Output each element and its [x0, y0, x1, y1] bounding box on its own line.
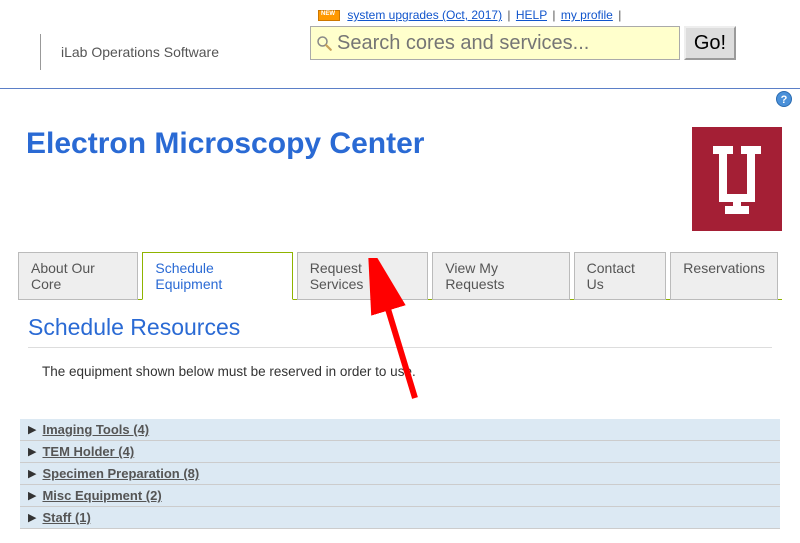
- tab-about-our-core[interactable]: About Our Core: [18, 252, 138, 300]
- divider: [28, 347, 772, 348]
- category-link[interactable]: Specimen Preparation (8): [42, 466, 199, 481]
- brand-text: iLab Operations Software: [61, 44, 219, 60]
- expand-icon: ▶: [28, 489, 36, 502]
- search-box[interactable]: [310, 26, 680, 60]
- category-row[interactable]: ▶ Misc Equipment (2): [20, 485, 780, 507]
- tab-contact-us[interactable]: Contact Us: [574, 252, 667, 300]
- divider: [40, 34, 41, 70]
- go-button[interactable]: Go!: [684, 26, 736, 60]
- iu-logo: [692, 127, 782, 231]
- tab-reservations[interactable]: Reservations: [670, 252, 778, 300]
- expand-icon: ▶: [28, 467, 36, 480]
- expand-icon: ▶: [28, 445, 36, 458]
- category-link[interactable]: TEM Holder (4): [42, 444, 134, 459]
- section-title: Schedule Resources: [28, 314, 772, 341]
- category-list: ▶ Imaging Tools (4) ▶ TEM Holder (4) ▶ S…: [20, 419, 780, 529]
- link-help[interactable]: HELP: [516, 8, 547, 22]
- new-badge-icon: [318, 10, 340, 21]
- expand-icon: ▶: [28, 511, 36, 524]
- category-link[interactable]: Staff (1): [42, 510, 90, 525]
- separator: |: [618, 8, 621, 22]
- tab-view-my-requests[interactable]: View My Requests: [432, 252, 569, 300]
- search-icon: [315, 34, 333, 52]
- link-system-upgrades[interactable]: system upgrades (Oct, 2017): [347, 8, 502, 22]
- category-row[interactable]: ▶ Imaging Tools (4): [20, 419, 780, 441]
- top-links: system upgrades (Oct, 2017) | HELP | my …: [310, 8, 800, 22]
- category-link[interactable]: Imaging Tools (4): [42, 422, 149, 437]
- expand-icon: ▶: [28, 423, 36, 436]
- category-row[interactable]: ▶ TEM Holder (4): [20, 441, 780, 463]
- category-row[interactable]: ▶ Staff (1): [20, 507, 780, 529]
- help-icon[interactable]: ?: [776, 91, 792, 107]
- separator: |: [507, 8, 510, 22]
- search-input[interactable]: [337, 32, 675, 55]
- separator: |: [552, 8, 555, 22]
- section-blurb: The equipment shown below must be reserv…: [42, 364, 772, 379]
- page-title: Electron Microscopy Center: [26, 127, 692, 161]
- category-row[interactable]: ▶ Specimen Preparation (8): [20, 463, 780, 485]
- tab-schedule-equipment[interactable]: Schedule Equipment: [142, 252, 292, 300]
- tab-request-services[interactable]: Request Services: [297, 252, 429, 300]
- tab-bar: About Our Core Schedule Equipment Reques…: [18, 251, 782, 300]
- link-my-profile[interactable]: my profile: [561, 8, 613, 22]
- divider: [0, 88, 800, 89]
- category-link[interactable]: Misc Equipment (2): [42, 488, 161, 503]
